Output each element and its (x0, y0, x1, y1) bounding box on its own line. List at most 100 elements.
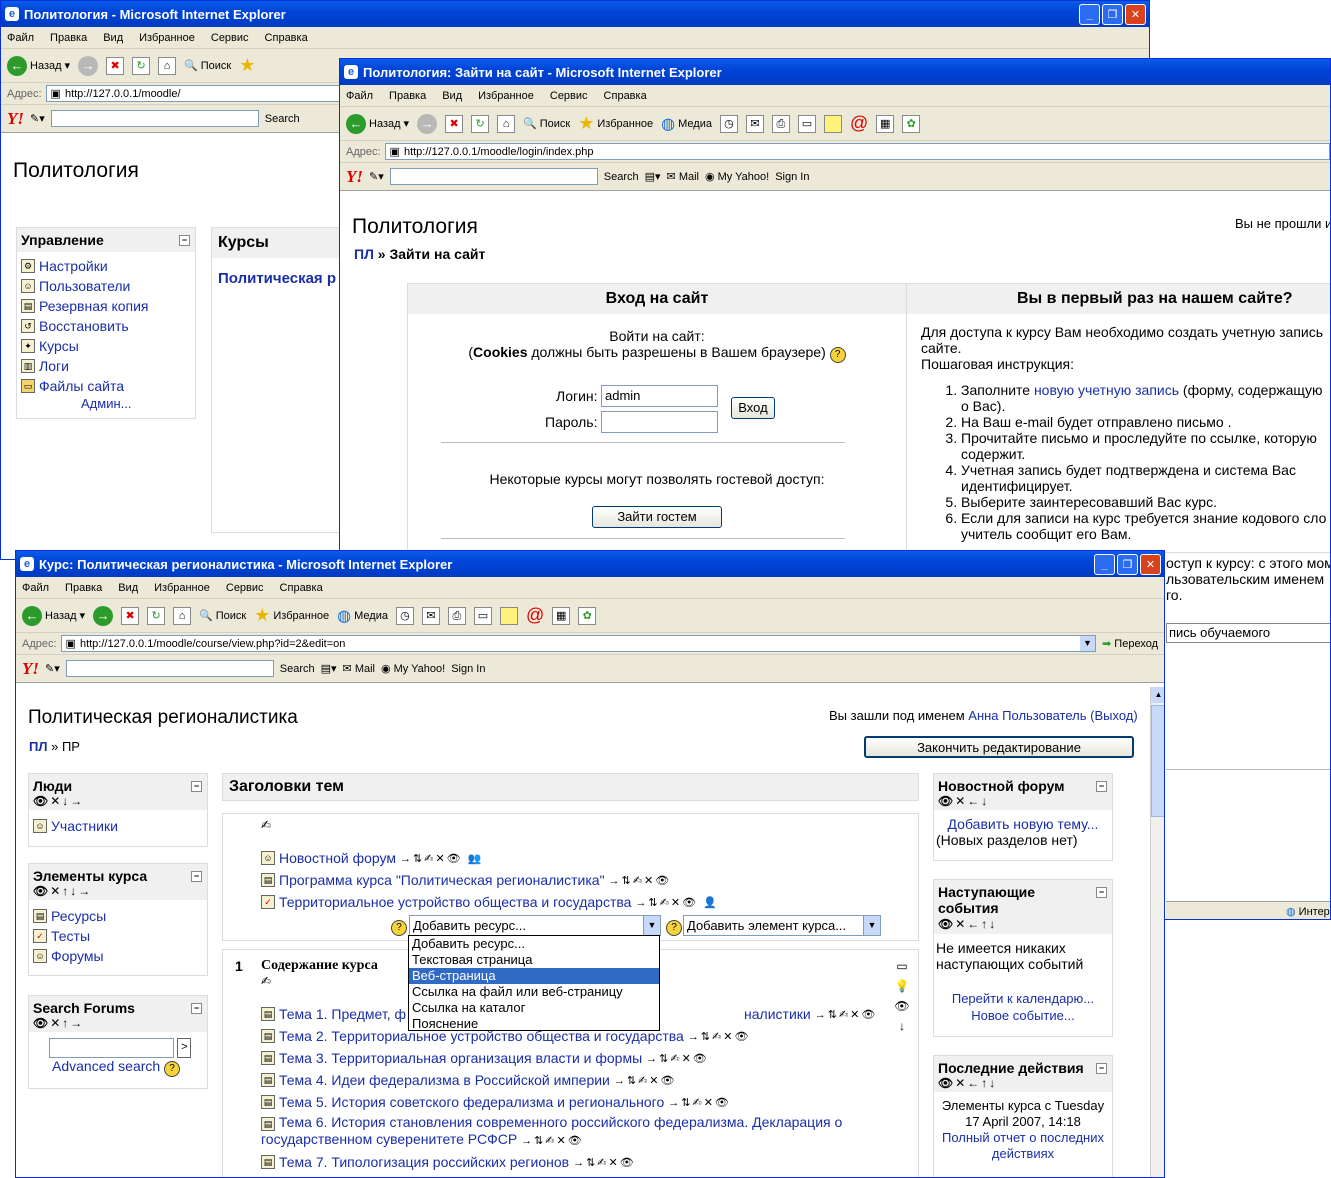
topic-0-activity[interactable]: ☺ Новостной форум →⇅✍✕👁 👥 (261, 848, 483, 868)
add-activity-select[interactable]: Добавить элемент курса... ▼ (683, 915, 881, 936)
admin-link[interactable]: Восстановить (39, 318, 129, 334)
collapse-icon[interactable]: − (1096, 781, 1107, 792)
activity-link[interactable]: Новостной форум (279, 850, 396, 866)
full-report-link[interactable]: Полный отчет о последних действиях (942, 1130, 1104, 1161)
yahoo-logo[interactable]: Y! (22, 659, 39, 679)
window-login-titlebar[interactable]: e Политология: Зайти на сайт - Microsoft… (340, 59, 1330, 85)
mail-icon[interactable]: ✉ (745, 114, 764, 133)
menu-favorites[interactable]: Избранное (139, 32, 195, 44)
block-edit-icons[interactable]: 👁✕↑↓→ (33, 884, 203, 898)
admin-link[interactable]: Настройки (39, 258, 108, 274)
media-button[interactable]: ◍ Медиа (337, 606, 388, 626)
mail-icon[interactable]: ✉ (421, 606, 440, 625)
pencil-icon[interactable]: ✎▾ (45, 662, 60, 675)
help-icon[interactable]: ? (829, 347, 846, 363)
section-activity[interactable]: ▤ Тема 4. Идеи федерализма в Российской и… (261, 1070, 677, 1090)
stop-icon[interactable]: ✖ (445, 114, 464, 133)
yahoo-search-button[interactable]: Search (265, 113, 300, 125)
admin-more-link[interactable]: Админ... (81, 396, 131, 411)
quizzes-item[interactable]: ✓ Тесты (33, 926, 203, 946)
menu-help[interactable]: Справка (604, 90, 647, 102)
stop-icon[interactable]: ✖ (121, 606, 140, 625)
login-button[interactable]: Вход (731, 397, 775, 419)
yahoo-my-button[interactable]: ◉ My Yahoo! (381, 662, 445, 675)
address-input[interactable]: ▣ http://127.0.0.1/moodle/course/view.php… (60, 635, 1097, 652)
admin-item-settings[interactable]: ⚙ Настройки (21, 256, 191, 276)
menu-view[interactable]: Вид (442, 90, 462, 102)
search-button[interactable]: 🔍 Поиск (184, 59, 231, 73)
activity-edit-icons[interactable]: →⇅✍✕👁 (609, 874, 672, 887)
activity-edit-icons[interactable]: →⇅✍✕👁 👤 (635, 896, 718, 909)
logout-link[interactable]: (Выход) (1090, 708, 1138, 723)
add-resource-select[interactable]: Добавить ресурс... ▼ (409, 915, 661, 936)
activity-link[interactable]: Территориальное устройство общества и го… (279, 894, 631, 910)
history-icon[interactable]: ◷ (395, 606, 414, 625)
participants-link[interactable]: Участники (51, 818, 118, 834)
admin-item-backup[interactable]: ▤ Резервная копия (21, 296, 191, 316)
menu-tools[interactable]: Сервис (550, 90, 588, 102)
address-input[interactable]: ▣ http://127.0.0.1/moodle/login/index.php (384, 143, 1330, 160)
activity-link[interactable]: Ресурсы (51, 908, 106, 924)
section-activity[interactable]: ▤ Тема 3. Территориальная организация вла… (261, 1048, 709, 1068)
yahoo-signin-button[interactable]: Sign In (775, 171, 809, 183)
back-button[interactable]: ← Назад ▾ (346, 113, 409, 134)
edit-icon[interactable]: ▭ (473, 606, 492, 625)
dropdown-option[interactable]: Текстовая страница (409, 952, 659, 968)
forward-arrow-icon[interactable]: → (78, 55, 99, 76)
menu-file[interactable]: Файл (7, 32, 34, 44)
dropdown-option[interactable]: Добавить ресурс... (409, 936, 659, 952)
admin-link[interactable]: Логи (39, 358, 69, 374)
create-account-button[interactable]: пись обучаемого (1166, 623, 1330, 643)
activity-link-tail[interactable]: налистики (744, 1006, 811, 1022)
admin-link[interactable]: Курсы (39, 338, 79, 354)
close-icon[interactable]: ✕ (1140, 553, 1161, 575)
menu-tools[interactable]: Сервис (211, 32, 249, 44)
activity-edit-icons[interactable]: →⇅✍✕👁 (573, 1156, 636, 1169)
forward-arrow-icon[interactable]: → (417, 113, 438, 134)
history-icon[interactable]: ◷ (719, 114, 738, 133)
menu-view[interactable]: Вид (118, 582, 138, 594)
scroll-thumb[interactable] (1151, 705, 1164, 817)
window-main-titlebar[interactable]: e Политология - Microsoft Internet Explo… (1, 1, 1149, 27)
block-edit-icons[interactable]: 👁✕↑→ (33, 1016, 203, 1030)
forums-item[interactable]: ☺ Форумы (33, 946, 203, 966)
forward-arrow-icon[interactable]: → (93, 605, 114, 626)
calendar-link[interactable]: Перейти к календарю... (952, 991, 1094, 1006)
scroll-up-icon[interactable]: ▲ (1151, 687, 1164, 703)
admin-link[interactable]: Резервная копия (39, 298, 149, 314)
maximize-icon[interactable]: ❐ (1102, 3, 1123, 25)
dropdown-option[interactable]: Ссылка на каталог (409, 1000, 659, 1016)
home-icon[interactable]: ⌂ (497, 114, 516, 133)
activity-link[interactable]: Тема 1. Предмет, ф (279, 1006, 406, 1022)
activity-link[interactable]: Программа курса "Политическая регионалис… (279, 872, 605, 888)
pencil-icon[interactable]: ✎▾ (369, 170, 384, 183)
activity-link[interactable]: Форумы (51, 948, 104, 964)
section-activity[interactable]: ▤ Тема 5. История советского федерализма … (261, 1092, 731, 1112)
yahoo-logo[interactable]: Y! (346, 167, 363, 187)
course-link[interactable]: Политическая р (218, 270, 336, 287)
go-button[interactable]: ➡ Переход (1102, 637, 1158, 650)
new-event-link[interactable]: Новое событие... (971, 1008, 1074, 1023)
home-icon[interactable]: ⌂ (158, 56, 177, 75)
menu-help[interactable]: Справка (265, 32, 308, 44)
yahoo-bookmark-icon[interactable]: ▤▾ (321, 662, 337, 675)
user-link[interactable]: Анна Пользователь (968, 708, 1086, 723)
bulb-icon[interactable]: 💡 (894, 976, 910, 996)
chevron-down-icon[interactable]: ▼ (643, 916, 660, 935)
collapse-icon[interactable]: − (191, 781, 202, 792)
favorites-button[interactable]: ★ Избранное (254, 605, 329, 626)
at-icon[interactable]: @ (526, 605, 544, 626)
login-input[interactable]: admin (601, 385, 718, 407)
menu-edit[interactable]: Правка (65, 582, 102, 594)
help-icon[interactable]: ? (164, 1061, 181, 1077)
yahoo-search-button[interactable]: Search (604, 171, 639, 183)
tools-icon[interactable]: ▦ (552, 606, 571, 625)
favorites-button[interactable]: ★ Избранное (578, 113, 653, 134)
yahoo-search-input[interactable] (65, 660, 274, 677)
new-account-link[interactable]: новую учетную запись (1034, 382, 1179, 398)
section-activity[interactable]: ▤ Тема 6. История становления современно… (261, 1114, 881, 1149)
move-down-icon[interactable]: ↓ (894, 1016, 910, 1036)
admin-link[interactable]: Файлы сайта (39, 378, 124, 394)
breadcrumb-home-link[interactable]: ПЛ (354, 246, 374, 262)
participants-item[interactable]: ☺ Участники (29, 810, 207, 842)
